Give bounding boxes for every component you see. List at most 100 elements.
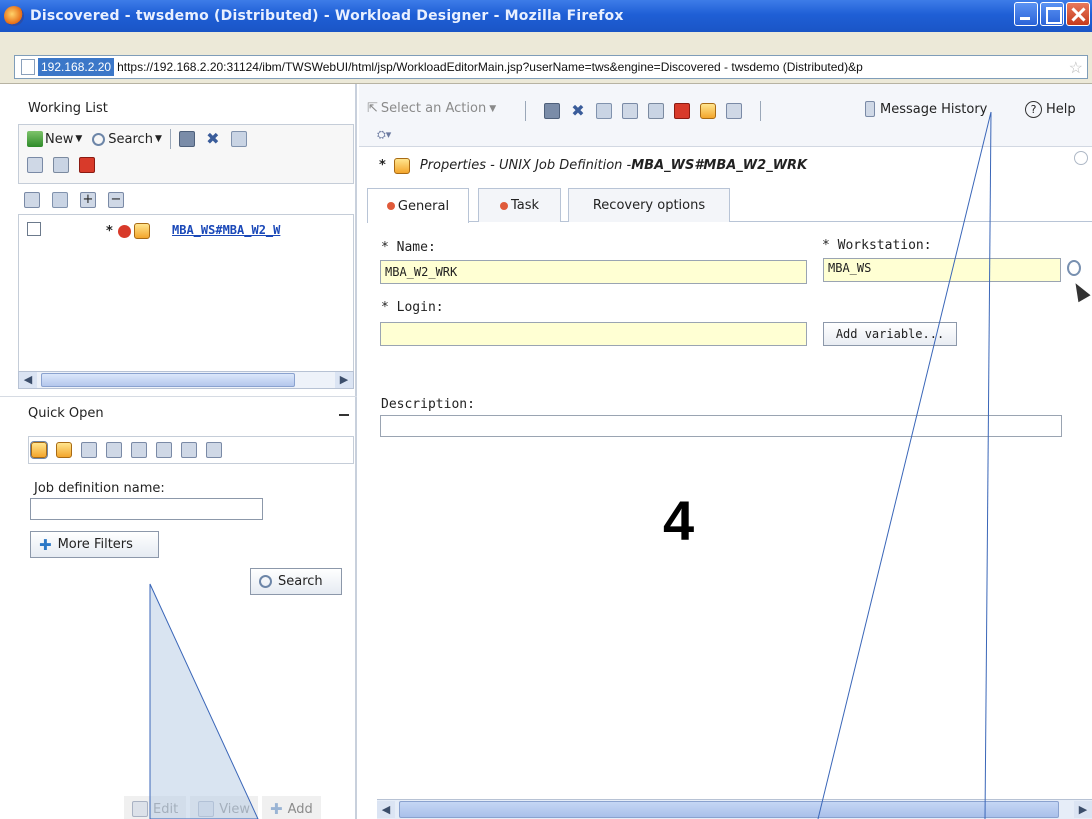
print-icon[interactable] — [726, 103, 742, 119]
window-title-bar: Discovered - twsdemo (Distributed) - Wor… — [0, 0, 1092, 32]
tab-general[interactable]: General — [367, 188, 469, 223]
unlock-icon[interactable] — [648, 103, 664, 119]
duplicate-icon[interactable] — [596, 103, 612, 119]
duplicate-icon[interactable] — [230, 131, 247, 147]
minimize-button[interactable] — [1014, 2, 1038, 26]
quick-open-actions: Edit View ✚ Add — [124, 796, 321, 819]
url-text: https://192.168.2.20:31124/ibm/TWSWebUI/… — [117, 60, 863, 74]
modified-marker: * — [379, 158, 386, 173]
pointer-icon: ⇱ — [367, 101, 378, 116]
firefox-icon — [4, 6, 24, 26]
login-label: * Login: — [381, 300, 444, 315]
tab-task-label: Task — [510, 198, 540, 213]
view-label: View — [219, 801, 251, 817]
maximize-button[interactable] — [1040, 2, 1064, 26]
add-button[interactable]: ✚ Add — [262, 796, 321, 819]
select-all-icon[interactable] — [24, 192, 40, 208]
tab-general-label: General — [397, 198, 450, 214]
unlock-icon[interactable] — [53, 157, 69, 173]
editor-scrollbar[interactable]: ◀ ▶ — [377, 799, 1092, 819]
more-filters-label: More Filters — [57, 537, 133, 552]
view-button[interactable]: View — [190, 796, 259, 819]
expand-all-icon[interactable]: + — [80, 192, 96, 208]
search-dropdown-icon[interactable]: ▼ — [155, 134, 162, 144]
quick-open-search-button[interactable]: Search — [250, 568, 342, 595]
message-history-icon — [865, 101, 875, 117]
toolbar-separator — [760, 101, 761, 121]
editor-toolbar: ⇱ Select an Action ▼ ✖ Message History ?… — [359, 84, 1092, 147]
edit-icon[interactable] — [622, 103, 638, 119]
close-button[interactable] — [1066, 2, 1090, 26]
list-item[interactable]: * MBA_WS#MBA_W2_W — [19, 217, 353, 247]
scroll-thumb[interactable] — [41, 373, 295, 387]
edit-button[interactable]: Edit — [124, 796, 187, 819]
scroll-right-icon[interactable]: ▶ — [1074, 801, 1092, 818]
add-variable-button[interactable]: Add variable... — [823, 322, 957, 346]
job-definition-type-icon[interactable] — [30, 441, 48, 459]
delete-icon[interactable]: ✖ — [570, 103, 586, 119]
job-definition-name-label: Job definition name: — [34, 481, 165, 496]
select-action-dropdown[interactable]: ⇱ Select an Action ▼ — [367, 101, 496, 116]
plus-icon: ✚ — [270, 800, 283, 818]
overflow-menu-icon[interactable]: ⛭▾ — [377, 128, 391, 142]
properties-job-name: MBA_WS#MBA_W2_WRK — [631, 158, 808, 173]
job-stream-type-icon[interactable] — [56, 442, 72, 458]
scroll-left-icon[interactable]: ◀ — [19, 372, 37, 388]
bookmark-star-icon[interactable]: ☆ — [1069, 58, 1083, 78]
tab-recovery-options[interactable]: Recovery options — [568, 188, 730, 222]
name-input[interactable]: MBA_W2_WRK — [380, 260, 807, 284]
copy-icon[interactable] — [52, 192, 68, 208]
toolbar-separator — [169, 129, 171, 149]
close-item-icon[interactable] — [674, 103, 690, 119]
parameter-type-icon[interactable] — [181, 442, 197, 458]
collapse-icon[interactable] — [339, 414, 349, 416]
help-icon: ? — [1025, 101, 1042, 118]
variable-table-type-icon[interactable] — [206, 442, 222, 458]
plus-icon: ✚ — [39, 535, 52, 554]
job-definition-icon — [134, 223, 150, 239]
message-history-button[interactable]: Message History — [865, 101, 987, 117]
close-item-icon[interactable] — [79, 157, 95, 173]
more-filters-button[interactable]: ✚ More Filters — [30, 531, 159, 558]
job-definition-name-input[interactable] — [30, 498, 263, 520]
modified-marker: * — [106, 224, 113, 239]
scroll-right-icon[interactable]: ▶ — [335, 372, 353, 388]
save-icon[interactable] — [544, 103, 560, 119]
collapse-all-icon[interactable]: − — [108, 192, 124, 208]
workstation-lookup-icon[interactable] — [1067, 260, 1081, 276]
tab-task[interactable]: Task — [478, 188, 561, 222]
search-button[interactable]: Search — [108, 132, 153, 147]
edit-icon — [132, 801, 148, 817]
info-icon[interactable] — [1074, 151, 1088, 165]
workstation-input[interactable]: MBA_WS — [823, 258, 1061, 282]
description-input[interactable] — [380, 415, 1062, 437]
working-list-scrollbar[interactable]: ◀ ▶ — [18, 371, 354, 389]
scroll-thumb[interactable] — [399, 801, 1059, 818]
save-icon[interactable] — [178, 131, 195, 147]
error-icon — [499, 201, 508, 210]
job-definition-link[interactable]: MBA_WS#MBA_W2_W — [172, 223, 353, 237]
help-button[interactable]: ? Help — [1025, 101, 1076, 118]
edit-icon[interactable] — [27, 157, 43, 173]
item-checkbox[interactable] — [27, 222, 41, 236]
login-input[interactable] — [380, 322, 807, 346]
workstation-type-icon[interactable] — [81, 442, 97, 458]
scroll-left-icon[interactable]: ◀ — [377, 801, 395, 818]
list-actions: + − — [24, 192, 124, 208]
delete-icon[interactable]: ✖ — [205, 131, 221, 147]
error-icon — [386, 202, 395, 210]
error-icon — [118, 225, 131, 238]
url-host: 192.168.2.20 — [38, 58, 115, 76]
toolbar-separator — [525, 101, 526, 121]
calendar-type-icon[interactable] — [106, 442, 122, 458]
address-bar[interactable]: 192.168.2.20 https://192.168.2.20:31124/… — [14, 55, 1088, 79]
prompt-type-icon[interactable] — [156, 442, 172, 458]
refresh-icon[interactable] — [700, 103, 716, 119]
left-panel: Working List New ▼ Search ▼ ✖ + − * MBA_… — [0, 84, 357, 819]
new-button[interactable]: New — [45, 132, 73, 147]
resource-type-icon[interactable] — [131, 442, 147, 458]
search-label: Search — [278, 574, 323, 589]
working-list-title: Working List — [28, 100, 108, 116]
new-dropdown-icon[interactable]: ▼ — [75, 134, 82, 144]
select-action-label: Select an Action — [380, 101, 487, 116]
